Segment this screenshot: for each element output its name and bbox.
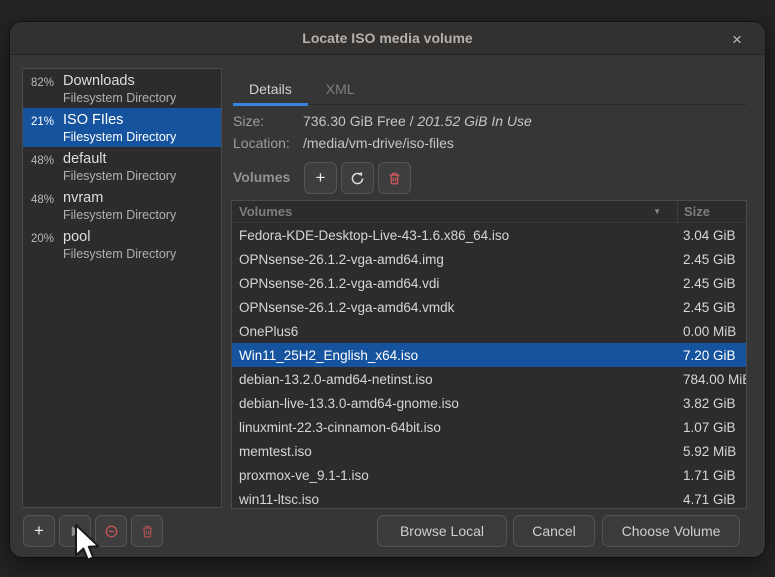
trash-icon bbox=[387, 171, 402, 186]
stop-circle-icon bbox=[104, 524, 119, 539]
pool-name: Downloads bbox=[63, 72, 176, 90]
size-used-value: 201.52 GiB In Use bbox=[417, 113, 531, 129]
table-row[interactable]: OnePlus6 0.00 MiB bbox=[232, 319, 746, 343]
table-row[interactable]: OPNsense-26.1.2-vga-amd64.vdi 2.45 GiB bbox=[232, 271, 746, 295]
locate-iso-dialog: Locate ISO media volume × 82% Downloads … bbox=[10, 22, 765, 557]
location-label: Location: bbox=[233, 135, 303, 151]
volume-name: Win11_25H2_English_x64.iso bbox=[232, 348, 677, 363]
column-header-volumes[interactable]: Volumes ▼ bbox=[232, 204, 677, 219]
tab-xml[interactable]: XML bbox=[310, 76, 371, 105]
volumes-section-label: Volumes bbox=[233, 169, 290, 185]
add-pool-button[interactable]: + bbox=[23, 515, 55, 547]
browse-local-button[interactable]: Browse Local bbox=[377, 515, 507, 547]
volume-name: OnePlus6 bbox=[232, 324, 677, 339]
pool-usage-percent: 21% bbox=[31, 111, 63, 147]
volume-size: 2.45 GiB bbox=[677, 276, 746, 291]
volume-size: 4.71 GiB bbox=[677, 492, 746, 507]
column-header-size[interactable]: Size bbox=[677, 201, 746, 222]
pool-toolbar: + bbox=[23, 515, 163, 547]
refresh-icon bbox=[350, 171, 365, 186]
pool-type: Filesystem Directory bbox=[63, 246, 176, 263]
pool-list-item[interactable]: 82% Downloads Filesystem Directory bbox=[23, 69, 221, 108]
table-row[interactable]: debian-live-13.3.0-amd64-gnome.iso 3.82 … bbox=[232, 391, 746, 415]
volume-name: debian-live-13.3.0-amd64-gnome.iso bbox=[232, 396, 677, 411]
volume-size: 1.07 GiB bbox=[677, 420, 746, 435]
pool-name: ISO FIles bbox=[63, 111, 176, 129]
pool-type: Filesystem Directory bbox=[63, 207, 176, 224]
pool-list-item[interactable]: 48% nvram Filesystem Directory bbox=[23, 186, 221, 225]
volumes-table-body: Fedora-KDE-Desktop-Live-43-1.6.x86_64.is… bbox=[232, 223, 746, 509]
volume-name: memtest.iso bbox=[232, 444, 677, 459]
delete-pool-button[interactable] bbox=[131, 515, 163, 547]
volume-name: linuxmint-22.3-cinnamon-64bit.iso bbox=[232, 420, 677, 435]
volume-size: 5.92 MiB bbox=[677, 444, 746, 459]
play-icon bbox=[69, 525, 82, 538]
volumes-table-header: Volumes ▼ Size bbox=[232, 201, 746, 223]
pool-location-row: Location:/media/vm-drive/iso-files bbox=[233, 135, 454, 151]
pool-list-item[interactable]: 48% default Filesystem Directory bbox=[23, 147, 221, 186]
volume-name: OPNsense-26.1.2-vga-amd64.vmdk bbox=[232, 300, 677, 315]
plus-icon: + bbox=[34, 522, 44, 539]
details-tabstrip: Details XML bbox=[231, 76, 747, 105]
volume-size: 3.04 GiB bbox=[677, 228, 746, 243]
table-row[interactable]: linuxmint-22.3-cinnamon-64bit.iso 1.07 G… bbox=[232, 415, 746, 439]
volume-name: win11-ltsc.iso bbox=[232, 492, 677, 507]
volume-name: OPNsense-26.1.2-vga-amd64.img bbox=[232, 252, 677, 267]
close-icon[interactable]: × bbox=[725, 27, 749, 51]
dialog-title: Locate ISO media volume bbox=[302, 30, 472, 46]
table-row[interactable]: debian-13.2.0-amd64-netinst.iso 784.00 M… bbox=[232, 367, 746, 391]
pool-name: pool bbox=[63, 228, 176, 246]
table-row[interactable]: OPNsense-26.1.2-vga-amd64.vmdk 2.45 GiB bbox=[232, 295, 746, 319]
pool-usage-percent: 82% bbox=[31, 72, 63, 108]
volume-name: debian-13.2.0-amd64-netinst.iso bbox=[232, 372, 677, 387]
sort-descending-icon: ▼ bbox=[653, 207, 677, 216]
choose-volume-button[interactable]: Choose Volume bbox=[602, 515, 740, 547]
pool-usage-percent: 48% bbox=[31, 150, 63, 186]
refresh-volumes-button[interactable] bbox=[341, 162, 374, 194]
add-volume-button[interactable]: + bbox=[304, 162, 337, 194]
cancel-button[interactable]: Cancel bbox=[513, 515, 595, 547]
volume-size: 0.00 MiB bbox=[677, 324, 746, 339]
volumes-table: Volumes ▼ Size Fedora-KDE-Desktop-Live-4… bbox=[231, 200, 747, 509]
volume-name: proxmox-ve_9.1-1.iso bbox=[232, 468, 677, 483]
pool-list-item[interactable]: 20% pool Filesystem Directory bbox=[23, 225, 221, 264]
pool-type: Filesystem Directory bbox=[63, 90, 176, 107]
table-row[interactable]: OPNsense-26.1.2-vga-amd64.img 2.45 GiB bbox=[232, 247, 746, 271]
table-row[interactable]: memtest.iso 5.92 MiB bbox=[232, 439, 746, 463]
pool-size-row: Size:736.30 GiB Free / 201.52 GiB In Use bbox=[233, 113, 532, 129]
table-row[interactable]: proxmox-ve_9.1-1.iso 1.71 GiB bbox=[232, 463, 746, 487]
location-value: /media/vm-drive/iso-files bbox=[303, 135, 454, 151]
volume-size: 2.45 GiB bbox=[677, 300, 746, 315]
pool-usage-percent: 48% bbox=[31, 189, 63, 225]
pool-type: Filesystem Directory bbox=[63, 168, 176, 185]
delete-volume-button[interactable] bbox=[378, 162, 411, 194]
volume-size: 7.20 GiB bbox=[677, 348, 746, 363]
pool-name: default bbox=[63, 150, 176, 168]
trash-icon bbox=[140, 524, 155, 539]
plus-icon: + bbox=[316, 169, 326, 186]
pool-name: nvram bbox=[63, 189, 176, 207]
volume-size: 2.45 GiB bbox=[677, 252, 746, 267]
volumes-toolbar: + bbox=[304, 162, 411, 194]
table-row[interactable]: Win11_25H2_English_x64.iso 7.20 GiB bbox=[232, 343, 746, 367]
size-free-value: 736.30 GiB Free / bbox=[303, 113, 417, 129]
volume-name: Fedora-KDE-Desktop-Live-43-1.6.x86_64.is… bbox=[232, 228, 677, 243]
volume-size: 1.71 GiB bbox=[677, 468, 746, 483]
volume-name: OPNsense-26.1.2-vga-amd64.vdi bbox=[232, 276, 677, 291]
tab-details[interactable]: Details bbox=[233, 76, 308, 105]
pool-usage-percent: 20% bbox=[31, 228, 63, 264]
start-pool-button[interactable] bbox=[59, 515, 91, 547]
stop-pool-button[interactable] bbox=[95, 515, 127, 547]
dialog-titlebar[interactable]: Locate ISO media volume × bbox=[10, 22, 765, 55]
pool-type: Filesystem Directory bbox=[63, 129, 176, 146]
table-row[interactable]: Fedora-KDE-Desktop-Live-43-1.6.x86_64.is… bbox=[232, 223, 746, 247]
pool-list-item[interactable]: 21% ISO FIles Filesystem Directory bbox=[23, 108, 221, 147]
size-label: Size: bbox=[233, 113, 303, 129]
volume-size: 784.00 MiB bbox=[677, 372, 746, 387]
storage-pool-list[interactable]: 82% Downloads Filesystem Directory 21% I… bbox=[22, 68, 222, 508]
table-row[interactable]: win11-ltsc.iso 4.71 GiB bbox=[232, 487, 746, 509]
volume-size: 3.82 GiB bbox=[677, 396, 746, 411]
